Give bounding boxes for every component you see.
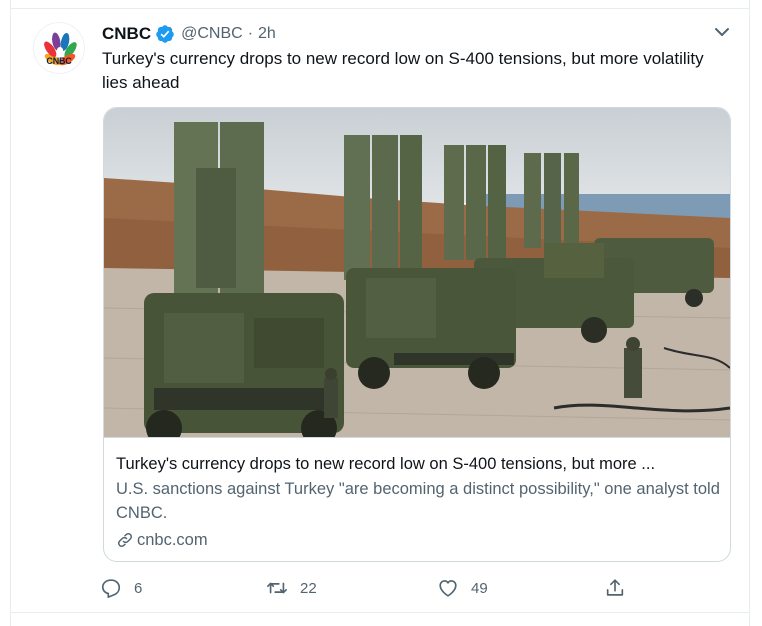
card-description: U.S. sanctions against Turkey "are becom… xyxy=(116,480,720,522)
chevron-down-icon[interactable] xyxy=(710,20,734,44)
divider xyxy=(10,8,750,9)
card-body: Turkey's currency drops to new record lo… xyxy=(116,453,720,551)
retweet-icon xyxy=(267,582,287,594)
avatar-logo-text: CNBC xyxy=(46,56,72,66)
like-icon xyxy=(439,580,457,597)
share-button[interactable] xyxy=(604,576,638,600)
like-button[interactable]: 49 xyxy=(437,576,488,600)
link-card[interactable]: Turkey's currency drops to new record lo… xyxy=(103,107,731,562)
tweet-header: CNBC @CNBC · 2h xyxy=(102,22,276,46)
tweet-text: Turkey's currency drops to new record lo… xyxy=(102,49,704,92)
like-count: 49 xyxy=(471,579,488,597)
divider xyxy=(10,612,750,613)
avatar[interactable]: CNBC xyxy=(33,22,85,74)
reply-count: 6 xyxy=(134,579,143,597)
card-image[interactable] xyxy=(104,108,730,438)
separator: · xyxy=(247,25,254,42)
reply-button[interactable]: 6 xyxy=(100,576,142,600)
card-domain: cnbc.com xyxy=(137,531,208,549)
action-bar: 6 22 49 xyxy=(100,576,640,600)
retweet-count: 22 xyxy=(300,579,317,597)
s400-launchers-photo xyxy=(104,108,730,437)
card-title: Turkey's currency drops to new record lo… xyxy=(116,455,656,473)
cnbc-peacock-logo xyxy=(44,32,77,66)
verified-badge-icon xyxy=(156,25,174,43)
timestamp[interactable]: 2h xyxy=(258,25,276,43)
link-icon xyxy=(117,532,133,548)
card-domain-row: cnbc.com xyxy=(116,529,720,551)
reply-icon xyxy=(101,579,121,598)
share-icon xyxy=(606,579,624,596)
author-handle[interactable]: @CNBC xyxy=(181,25,243,43)
author-name[interactable]: CNBC xyxy=(102,24,151,44)
retweet-button[interactable]: 22 xyxy=(266,576,317,600)
